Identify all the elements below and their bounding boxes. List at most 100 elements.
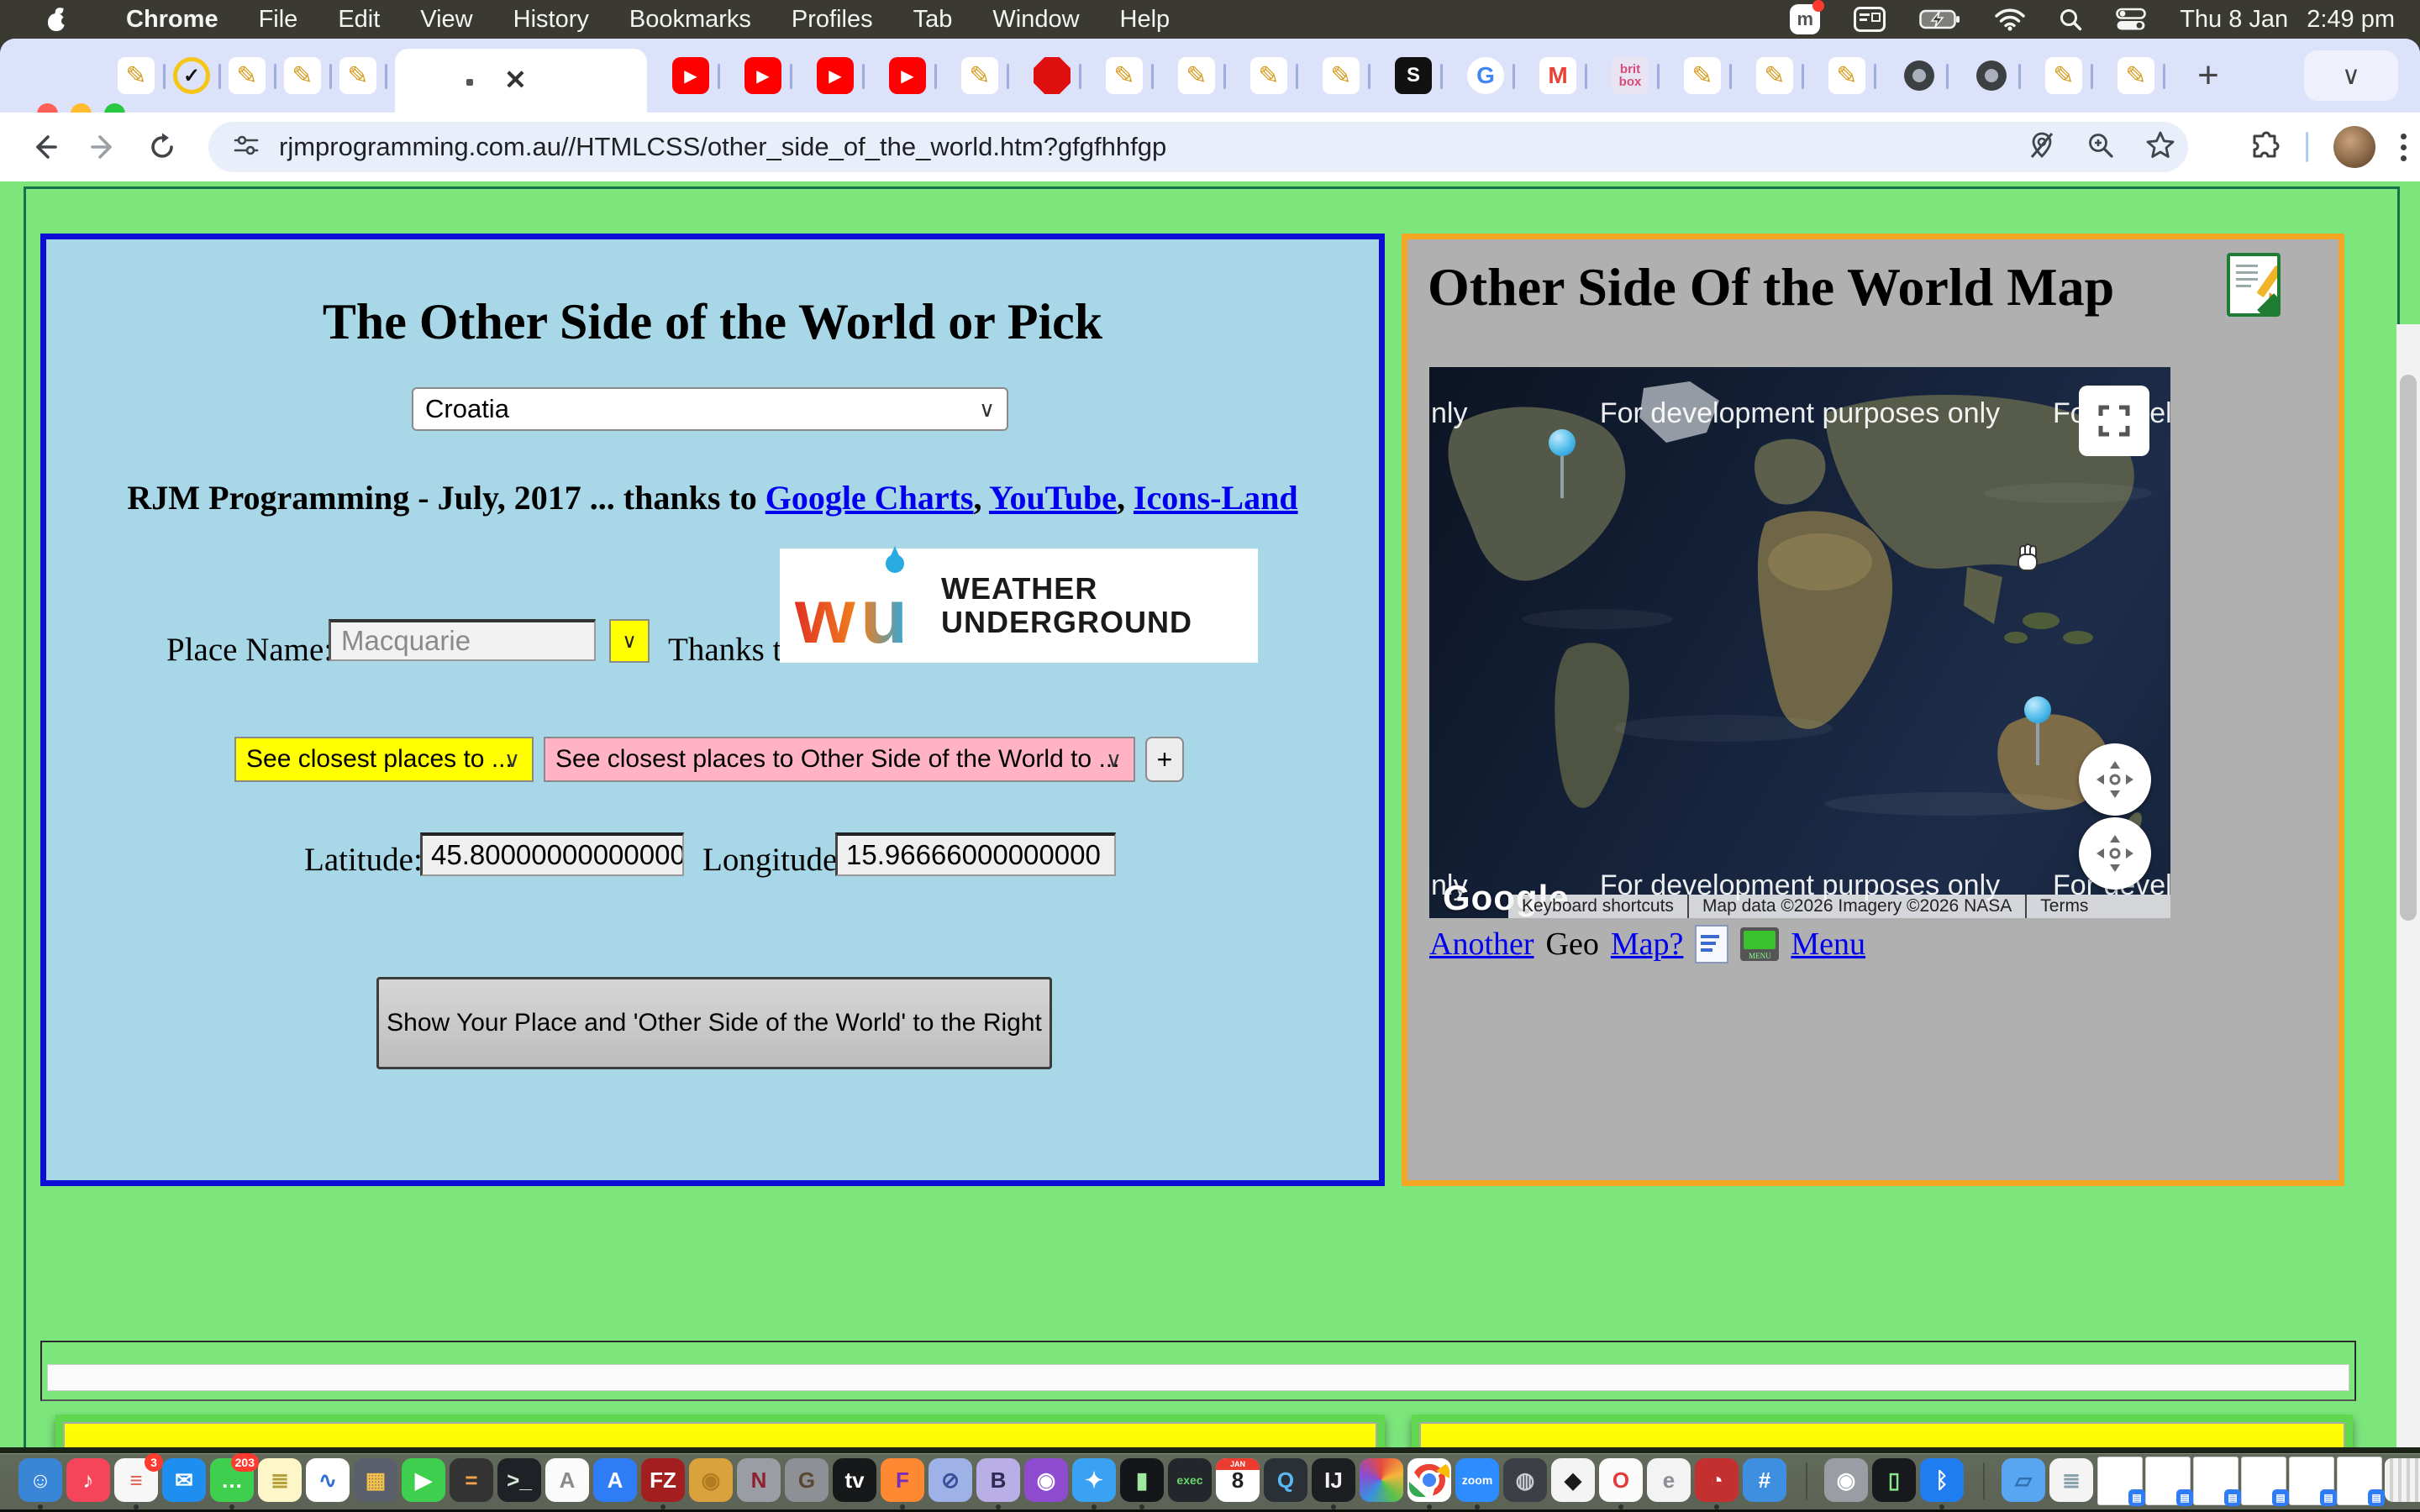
menu-item-help[interactable]: Help [1100, 6, 1191, 34]
dock-minimized-doc-6[interactable]: ▤ [2337, 1457, 2382, 1505]
dock-speaker-grille[interactable]: ◍ [1503, 1458, 1547, 1502]
tab-pencil-favicon[interactable]: ✎ [961, 57, 998, 94]
geo-link-another[interactable]: Another [1429, 926, 1534, 963]
omnibox[interactable]: rjmprogramming.com.au//HTMLCSS/other_sid… [208, 122, 2188, 172]
app-notification-icon[interactable]: m [1790, 4, 1820, 34]
country-select[interactable]: Croatia ∨ [412, 387, 1008, 431]
tab-pencil-favicon[interactable]: ✎ [2118, 57, 2154, 94]
menu-item-view[interactable]: View [400, 6, 492, 34]
tab-youtube-favicon[interactable]: ▶ [817, 57, 854, 94]
map-fullscreen-button[interactable] [2079, 386, 2149, 456]
dock-downloads-folder[interactable]: ▱ [2002, 1458, 2045, 1502]
scrollbar-thumb[interactable] [2400, 375, 2417, 921]
dock-gimp[interactable]: G [785, 1458, 829, 1502]
menu-device-icon[interactable]: MENU [1740, 927, 1779, 961]
tab-gmail-favicon[interactable]: M [1539, 57, 1576, 94]
tab-pencil-favicon[interactable]: ✎ [2045, 57, 2082, 94]
dock-firefox[interactable]: F [881, 1458, 924, 1502]
battery-icon[interactable] [1919, 8, 1961, 30]
menu-item-file[interactable]: File [239, 6, 318, 34]
dock-terminal[interactable]: >_ [497, 1458, 541, 1502]
tab-pencil-favicon[interactable]: ✎ [1178, 57, 1215, 94]
reload-button[interactable] [139, 124, 185, 170]
dock-bluetooth[interactable]: ᛒ [1920, 1458, 1964, 1502]
page-scrollbar[interactable] [2396, 324, 2420, 1447]
tab-pencil-favicon[interactable]: ✎ [1828, 57, 1865, 94]
dock-contacts[interactable]: ◉ [689, 1458, 733, 1502]
dock-finder[interactable]: ☺ [18, 1458, 62, 1502]
dock-news[interactable]: N [737, 1458, 781, 1502]
dock-minimized-doc-4[interactable]: ▤ [2241, 1457, 2286, 1505]
tab-search-button[interactable]: ∨ [2304, 50, 2398, 101]
dock-inkscape[interactable]: ◆ [1551, 1458, 1595, 1502]
dock-accessibility[interactable]: ◉ [1824, 1458, 1868, 1502]
back-button[interactable] [22, 124, 67, 170]
tab-chrome-dark-favicon[interactable] [1901, 57, 1938, 94]
show-place-button[interactable]: Show Your Place and 'Other Side of the W… [376, 977, 1052, 1069]
dock-terminal-dark[interactable]: ▮ [1120, 1458, 1164, 1502]
letter-icon[interactable] [1695, 925, 1728, 963]
dock-facetime[interactable]: ▶ [402, 1458, 445, 1502]
tab-pencil-favicon[interactable]: ✎ [1684, 57, 1721, 94]
credit-link-youtube[interactable]: YouTube [989, 479, 1117, 517]
dock-opera[interactable]: O [1599, 1458, 1643, 1502]
menu-item-bookmarks[interactable]: Bookmarks [609, 6, 771, 34]
menu-item-edit[interactable]: Edit [318, 6, 400, 34]
dock-minimized-doc-2[interactable]: ▤ [2145, 1457, 2191, 1505]
menu-item-tab[interactable]: Tab [893, 6, 973, 34]
tab-pencil-favicon[interactable]: ✎ [1106, 57, 1143, 94]
tab-pencil-favicon[interactable]: ✎ [1323, 57, 1360, 94]
spotlight-search-icon[interactable] [2059, 8, 2082, 31]
dock-messages[interactable]: …203 [210, 1458, 254, 1502]
tab-pencil-favicon[interactable]: ✎ [284, 57, 321, 94]
tab-record-favicon[interactable] [1034, 57, 1071, 94]
dock-quicktime[interactable]: Q [1264, 1458, 1307, 1502]
profile-avatar[interactable] [2333, 126, 2375, 168]
tab-youtube-favicon[interactable]: ▶ [744, 57, 781, 94]
dock-chart-app[interactable]: ∿ [306, 1458, 350, 1502]
input-source-icon[interactable] [1854, 7, 1886, 32]
tab-check-favicon[interactable]: ✓ [173, 57, 210, 94]
dock-document-stack[interactable]: ≣ [2049, 1458, 2093, 1502]
location-blocked-icon[interactable] [2027, 130, 2057, 165]
dock-notes[interactable]: ≣ [258, 1458, 302, 1502]
dock-intellij[interactable]: IJ [1312, 1458, 1355, 1502]
tab-pencil-favicon[interactable]: ✎ [1250, 57, 1287, 94]
attribution-terms[interactable]: Terms [2027, 896, 2102, 916]
menu-item-chrome[interactable]: Chrome [106, 6, 239, 34]
menu-item-window[interactable]: Window [972, 6, 1099, 34]
dock-zoom[interactable]: zoom [1455, 1458, 1499, 1502]
closest-places-select[interactable]: See closest places to ... ∨ [234, 737, 534, 782]
site-settings-icon[interactable] [232, 131, 260, 164]
active-tab[interactable]: ✕ [395, 49, 647, 113]
place-name-input[interactable]: Macquarie [329, 619, 596, 661]
tab-close-icon[interactable]: ✕ [504, 64, 527, 96]
dock-launchpad[interactable]: ▦ [354, 1458, 397, 1502]
tab-pencil-favicon[interactable]: ✎ [1756, 57, 1793, 94]
google-map[interactable]: nly For development purposes only For de… [1429, 367, 2170, 918]
map-pan-button-upper[interactable] [2079, 743, 2151, 816]
dock-chrome[interactable] [1407, 1458, 1451, 1502]
dock-exec-script[interactable]: exec [1168, 1458, 1212, 1502]
dock-blocked-app[interactable]: ⊘ [929, 1458, 972, 1502]
dock-app-store[interactable]: A [593, 1458, 637, 1502]
dock-safari[interactable]: ✦ [1072, 1458, 1116, 1502]
dock-podcasts[interactable]: ◉ [1024, 1458, 1068, 1502]
notes-icon[interactable] [2227, 253, 2281, 317]
dock-gauge-meter[interactable]: ◔ [1695, 1458, 1739, 1502]
longitude-input[interactable]: 15.96666000000000 [835, 832, 1116, 876]
zoom-in-icon[interactable] [2086, 130, 2116, 165]
dock-terminal-exec[interactable]: ▯ [1872, 1458, 1916, 1502]
tab-pencil-favicon[interactable]: ✎ [229, 57, 266, 94]
tab-youtube-favicon[interactable]: ▶ [672, 57, 709, 94]
dock-textedit[interactable]: A [545, 1458, 589, 1502]
geo-link-map[interactable]: Map? [1611, 926, 1684, 963]
place-mini-select[interactable]: ∨ [609, 619, 650, 663]
url-text[interactable]: rjmprogramming.com.au//HTMLCSS/other_sid… [279, 132, 1166, 162]
dock-elephant-app[interactable]: e [1647, 1458, 1691, 1502]
extensions-icon[interactable] [2247, 129, 2281, 166]
dock-filezilla[interactable]: FZ [641, 1458, 685, 1502]
apple-menu-icon[interactable] [44, 7, 69, 32]
tab-pencil-favicon[interactable]: ✎ [339, 57, 376, 94]
menu-clock[interactable]: Thu 8 Jan 2:49 pm [2180, 6, 2395, 34]
